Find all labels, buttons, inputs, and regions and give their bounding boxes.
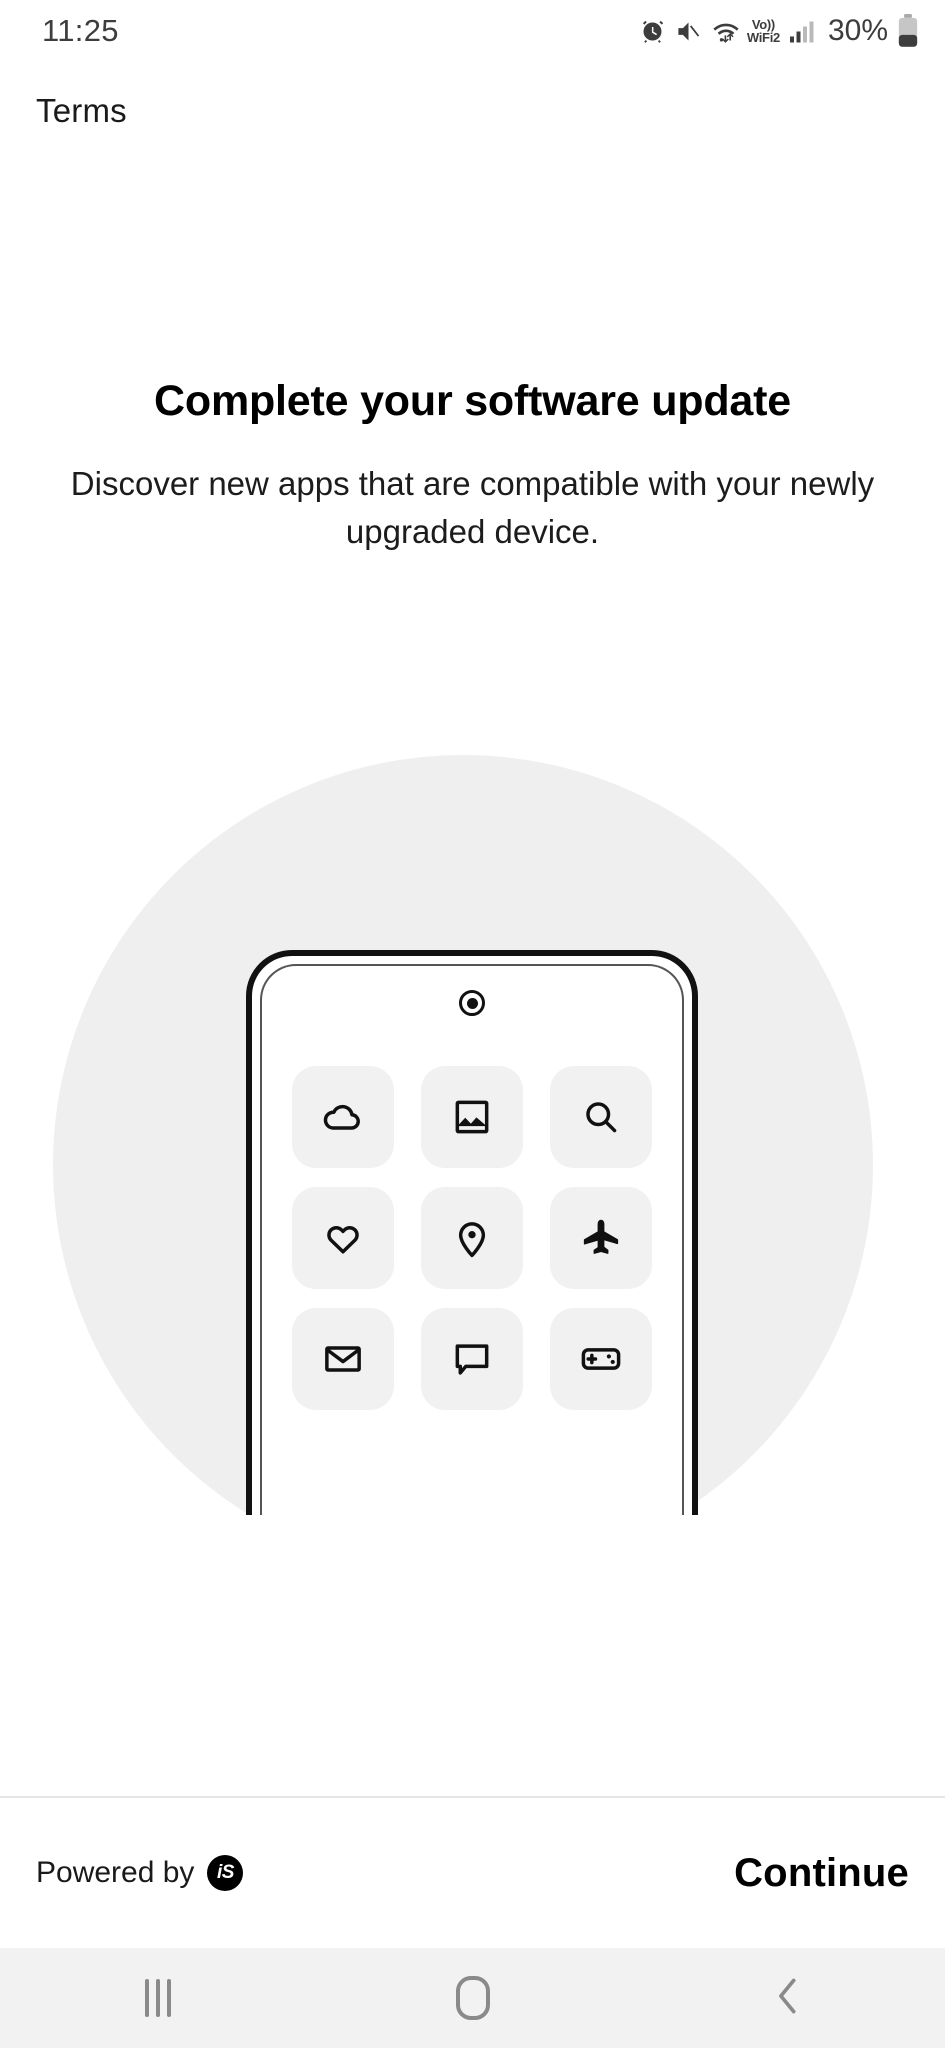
illustration [0,755,945,1515]
heart-icon [292,1187,394,1289]
recents-icon [144,1979,171,2017]
alarm-icon [639,18,666,45]
back-button[interactable] [718,1948,858,2048]
airplane-icon [550,1187,652,1289]
search-icon [550,1066,652,1168]
ironsource-logo-icon: iS [207,1855,244,1891]
phone-screen [260,964,684,1515]
app-icon-grid [288,1066,656,1410]
image-icon [421,1066,523,1168]
page-title: Complete your software update [154,377,791,425]
home-button[interactable] [403,1948,543,2048]
powered-by-group: Powered by iS [36,1855,244,1891]
status-icons: Vo)) WiFi2 30% [639,14,919,48]
terms-link[interactable]: Terms [36,92,127,130]
location-pin-icon [421,1187,523,1289]
app-screen: 11:25 Vo)) WiFi2 30% Terms Complete your… [0,0,945,2048]
chat-bubble-icon [421,1308,523,1410]
camera-icon [459,990,485,1016]
mute-icon [675,18,702,45]
recents-button[interactable] [88,1948,228,2048]
wifi-icon [711,18,741,45]
volte-wifi-label: Vo)) WiFi2 [746,17,780,45]
powered-by-label: Powered by [36,1856,195,1889]
android-nav-bar [0,1948,945,2048]
signal-bars-icon [789,18,817,45]
continue-button[interactable]: Continue [734,1851,909,1896]
battery-percentage: 30% [827,14,888,47]
status-bar: 11:25 Vo)) WiFi2 30% [0,0,945,62]
phone-illustration [246,950,698,1515]
status-clock: 11:25 [42,13,119,48]
back-icon [771,1973,805,2024]
battery-icon [897,14,919,48]
cloud-icon [292,1066,394,1168]
footer-bar: Powered by iS Continue [0,1796,945,1948]
mail-icon [292,1308,394,1410]
home-icon [455,1976,490,2020]
page-subtitle: Discover new apps that are compatible wi… [70,465,875,550]
game-controller-icon [550,1308,652,1410]
